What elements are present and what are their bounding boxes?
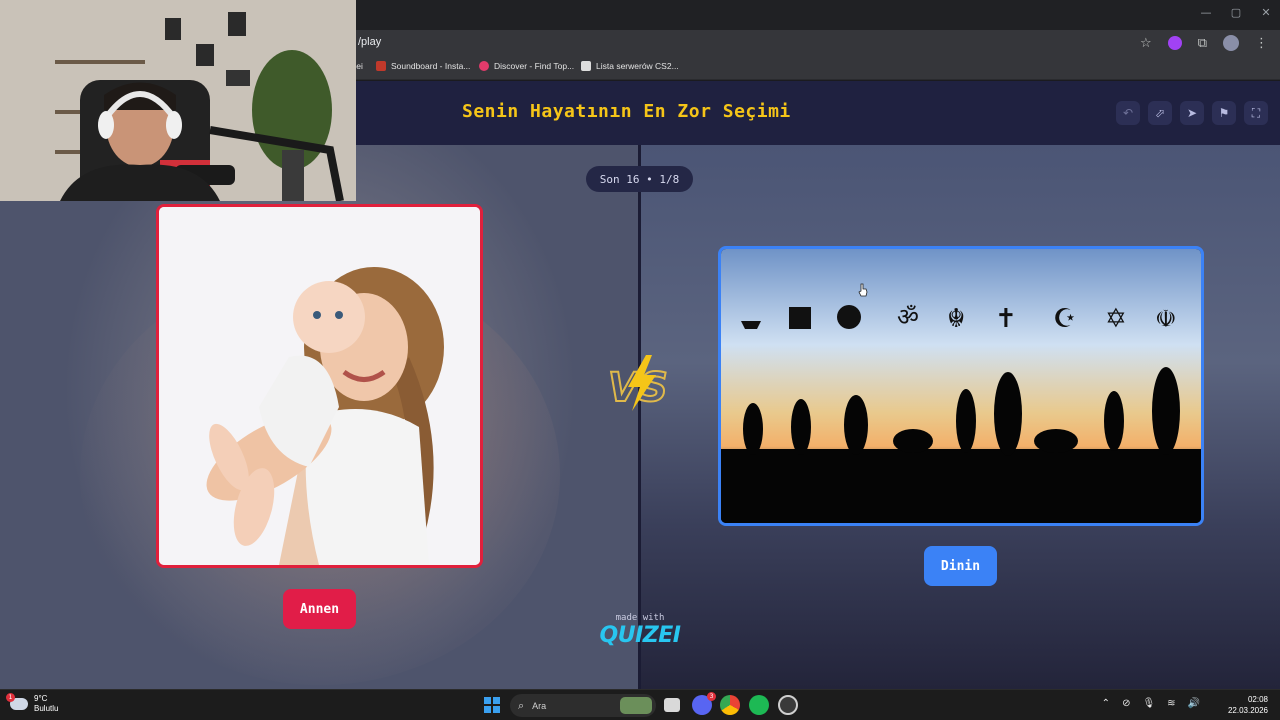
clock-date: 22.03.2026	[1227, 706, 1268, 715]
choose-left-button[interactable]: Annen	[283, 589, 356, 629]
discord-badge: 3	[707, 692, 716, 701]
network-off-icon[interactable]: ⊘	[1122, 698, 1130, 709]
search-highlight-image	[620, 697, 652, 714]
bookmark-label: Lista serwerów CS2...	[596, 61, 679, 71]
profile-avatar[interactable]	[1223, 35, 1239, 51]
wifi-icon[interactable]: ≋	[1167, 698, 1175, 709]
svg-text:✡: ✡	[1105, 304, 1127, 334]
windows-start-icon[interactable]	[484, 697, 500, 713]
weather-desc: Bulutlu	[34, 704, 59, 713]
volume-icon[interactable]: 🔊	[1188, 698, 1200, 709]
bookmark-star-icon[interactable]: ☆	[1140, 36, 1152, 51]
cs2-favicon-icon	[581, 61, 591, 71]
weather-widget[interactable]: 1 9°C Bulutlu	[6, 693, 59, 714]
webcam-overlay	[0, 0, 356, 201]
undo-icon[interactable]: ↶	[1116, 101, 1140, 125]
taskbar-search[interactable]: ⌕ Ara	[510, 694, 656, 717]
spotify-icon[interactable]	[749, 695, 769, 715]
round-counter: Son 16 • 1/8	[586, 166, 693, 192]
url-field[interactable]: /play	[358, 36, 381, 48]
send-icon[interactable]: ➤	[1180, 101, 1204, 125]
bookmark-label: Soundboard - Insta...	[391, 61, 471, 71]
weather-badge: 1	[6, 693, 15, 702]
page-title: Senin Hayatının En Zor Seçimi	[462, 101, 791, 122]
flag-icon[interactable]: ⚑	[1212, 101, 1236, 125]
bookmark-label: Discover - Find Top...	[494, 61, 575, 71]
svg-text:ॐ: ॐ	[897, 303, 919, 331]
choose-right-button[interactable]: Dinin	[924, 546, 997, 586]
quizei-logo: QUIZEI	[599, 623, 681, 648]
made-with-footer[interactable]: made with QUIZEI	[598, 613, 682, 649]
bookmark-item[interactable]: Lista serwerów CS2...	[581, 61, 679, 71]
weather-temp: 9°C	[34, 694, 48, 703]
fullscreen-icon[interactable]: ⛶	[1244, 101, 1268, 125]
minimize-button[interactable]: —	[1200, 6, 1212, 19]
search-placeholder: Ara	[532, 700, 547, 711]
soundboard-favicon-icon	[376, 61, 386, 71]
mother-baby-image	[159, 207, 480, 565]
system-tray: ⌃ ⊘ 🎙 ≋ 🔊	[1102, 698, 1200, 709]
recording-app-icon[interactable]	[778, 695, 798, 715]
clock[interactable]: 02:08 22.03.2026	[1228, 694, 1268, 716]
window-controls: — ▢ ✕	[1200, 6, 1272, 19]
extensions-puzzle-icon[interactable]: ⧉	[1198, 36, 1207, 51]
chrome-icon[interactable]	[720, 695, 740, 715]
maximize-button[interactable]: ▢	[1230, 6, 1242, 19]
taskbar: 1 9°C Bulutlu ⌕ Ara 3 ⌃ ⊘ 🎙 ≋ 🔊 02:08 22…	[0, 689, 1280, 720]
file-explorer-icon[interactable]	[664, 698, 680, 712]
tray-chevron-icon[interactable]: ⌃	[1102, 698, 1110, 709]
religions-image: ॐ ☬ ✝ ☪ ✡ ☫	[721, 249, 1201, 523]
bookmark-item[interactable]: Soundboard - Insta...	[376, 61, 470, 71]
versus-icon: VS	[607, 355, 669, 412]
right-choice-card[interactable]: ॐ ☬ ✝ ☪ ✡ ☫	[718, 246, 1204, 526]
hand-cursor-icon	[858, 283, 868, 297]
microphone-icon[interactable]: 🎙	[1142, 698, 1155, 709]
close-button[interactable]: ✕	[1260, 6, 1272, 19]
clock-time: 02:08	[1247, 695, 1268, 704]
center-divider	[638, 145, 641, 689]
streamer-webcam-feed	[0, 0, 356, 201]
svg-text:✝: ✝	[995, 304, 1017, 334]
discover-favicon-icon	[479, 61, 489, 71]
toolbar: ↶ ⬀ ➤ ⚑ ⛶	[1116, 101, 1268, 125]
bookmark-item[interactable]: Discover - Find Top...	[479, 61, 574, 71]
svg-text:☪: ☪	[1053, 304, 1076, 334]
menu-kebab-icon[interactable]: ⋮	[1255, 36, 1268, 51]
made-with-label: made with	[615, 613, 665, 623]
left-choice-card[interactable]	[156, 204, 483, 568]
svg-text:☬: ☬	[947, 304, 965, 334]
svg-text:☫: ☫	[1155, 305, 1177, 333]
cloud-icon: 1	[6, 693, 28, 710]
extension-icon[interactable]	[1167, 36, 1182, 50]
share-icon[interactable]: ⬀	[1148, 101, 1172, 125]
discord-icon[interactable]: 3	[692, 692, 716, 715]
search-icon: ⌕	[518, 698, 525, 712]
